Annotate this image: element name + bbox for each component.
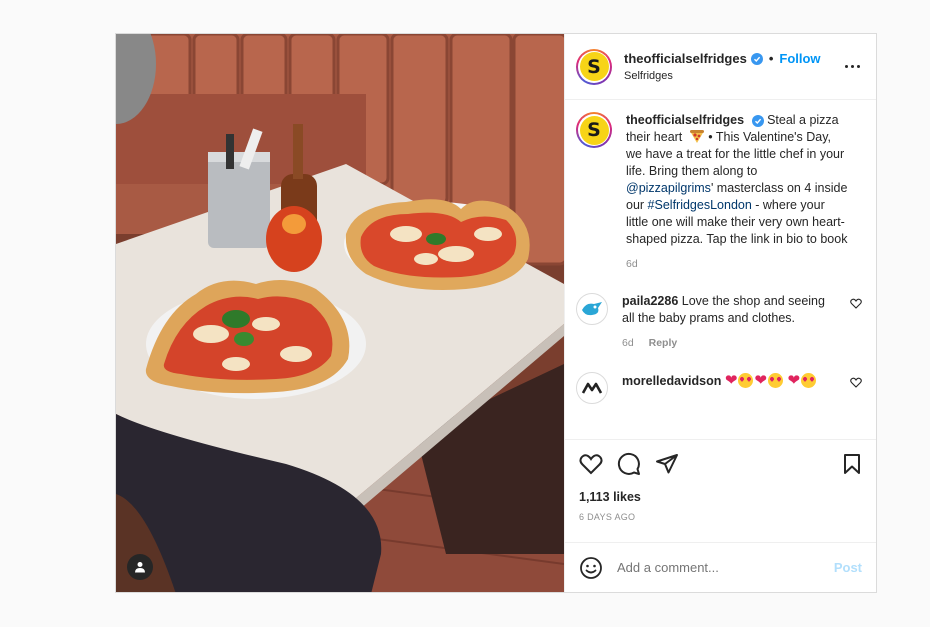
instagram-post: S theofficialselfridges • Follow Selfrid… <box>115 33 877 593</box>
post-side-panel: S theofficialselfridges • Follow Selfrid… <box>564 34 876 592</box>
post-timestamp[interactable]: 6 DAYS AGO <box>579 512 862 522</box>
comment-avatar[interactable] <box>576 372 608 404</box>
header-username[interactable]: theofficialselfridges <box>624 51 747 66</box>
comment-avatar[interactable] <box>576 293 608 325</box>
hashtag-link[interactable]: #SelfridgesLondon <box>648 198 752 212</box>
selfridges-logo-icon: S <box>579 52 609 81</box>
heart-eyes-emoji-icon <box>801 373 817 388</box>
follow-button[interactable]: Follow <box>779 51 820 66</box>
like-comment-icon[interactable] <box>850 298 862 309</box>
selfridges-logo-icon: S <box>579 115 609 145</box>
post-caption: S theofficialselfridges Steal a pizza th… <box>576 112 862 273</box>
caption-time: 6d <box>626 258 638 270</box>
heart-eyes-emoji-icon <box>738 373 754 388</box>
comment-username[interactable]: morelledavidson <box>622 374 721 388</box>
heart-emoji-icon: ❤ <box>754 371 767 389</box>
comment-item: paila2286 Love the shop and seeing all t… <box>576 293 862 352</box>
post-header: S theofficialselfridges • Follow Selfrid… <box>565 34 876 100</box>
heart-emoji-icon: ❤ <box>787 371 801 389</box>
mention-link[interactable]: @pizzapilgrims <box>626 181 711 195</box>
action-bar <box>579 450 862 478</box>
commenter-avatar-icon <box>582 302 602 316</box>
user-tag-icon <box>135 562 145 573</box>
post-photo[interactable] <box>116 34 564 592</box>
pizza-photo-illustration <box>116 34 564 592</box>
like-count[interactable]: 1,113 likes <box>579 490 862 504</box>
heart-eyes-emoji-icon <box>767 373 783 388</box>
post-comment-button[interactable]: Post <box>834 560 862 575</box>
share-icon[interactable] <box>655 452 679 476</box>
comment-input[interactable] <box>617 560 834 575</box>
add-comment-bar: Post <box>565 542 876 592</box>
commenter-avatar-icon <box>581 382 603 394</box>
comment-username[interactable]: paila2286 <box>622 294 678 308</box>
bookmark-icon[interactable] <box>842 453 862 475</box>
more-options-icon[interactable] <box>842 65 862 68</box>
caption-avatar[interactable]: S <box>576 112 612 148</box>
heart-emoji-icon: ❤ <box>724 371 738 389</box>
comment-item: morelledavidson ❤ ❤ ❤ <box>576 372 862 404</box>
reply-button[interactable]: Reply <box>649 337 678 349</box>
heart-icon[interactable] <box>579 453 603 475</box>
like-comment-icon[interactable] <box>850 377 862 388</box>
avatar[interactable]: S <box>576 48 612 85</box>
header-display-name: Selfridges <box>624 70 673 82</box>
verified-badge-icon <box>750 52 763 65</box>
comments-list: S theofficialselfridges Steal a pizza th… <box>565 100 876 439</box>
verified-badge-icon <box>751 115 764 127</box>
caption-username[interactable]: theofficialselfridges <box>626 113 744 127</box>
emoji-icon[interactable] <box>579 556 603 580</box>
user-tag-button[interactable] <box>127 554 153 580</box>
separator: • <box>768 51 774 66</box>
comment-icon[interactable] <box>617 452 641 476</box>
post-actions-area: 1,113 likes 6 DAYS AGO <box>565 439 876 542</box>
comment-time: 6d <box>622 337 634 349</box>
pizza-emoji-icon <box>689 130 704 143</box>
